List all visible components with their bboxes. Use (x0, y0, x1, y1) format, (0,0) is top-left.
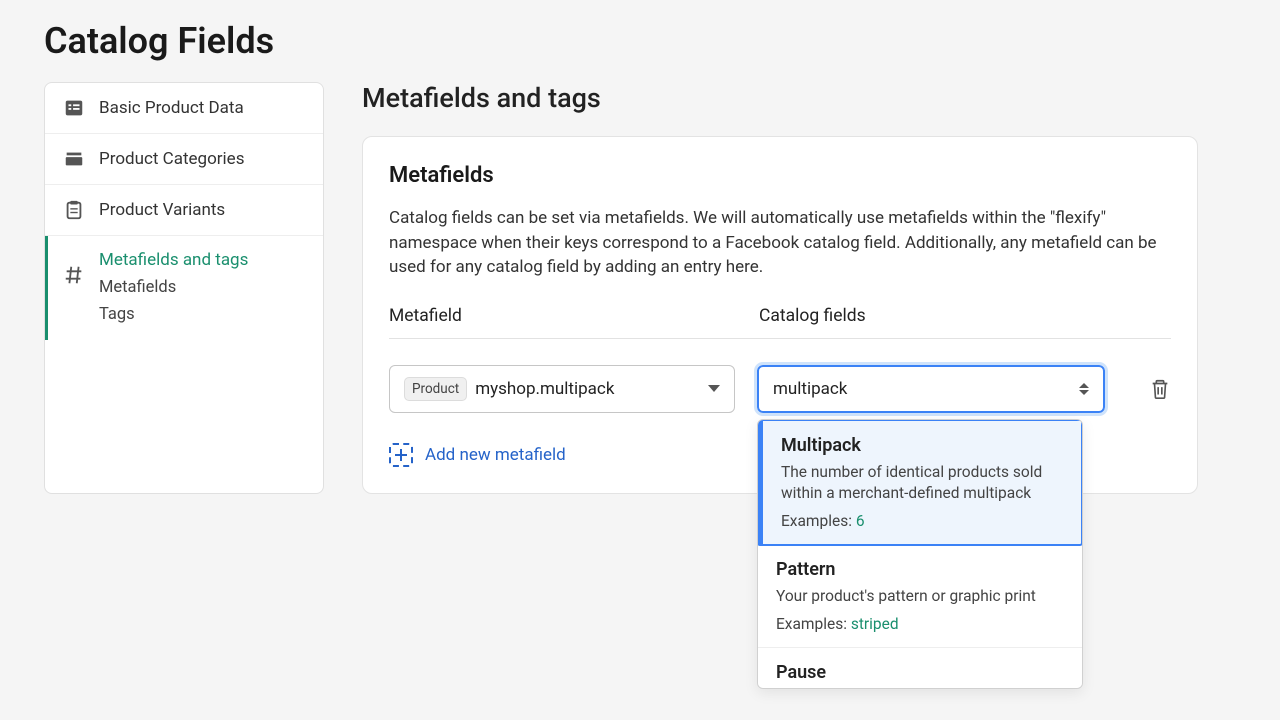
mapping-row: Product myshop.multipack multipack (389, 365, 1171, 413)
metafield-select[interactable]: Product myshop.multipack (389, 365, 735, 413)
dropdown-option-multipack[interactable]: Multipack The number of identical produc… (757, 419, 1083, 546)
sidebar-sub-metafields[interactable]: Metafields (99, 278, 248, 297)
plus-icon (389, 443, 413, 467)
catalog-field-dropdown: Multipack The number of identical produc… (757, 419, 1083, 689)
option-description: The number of identical products sold wi… (781, 462, 1063, 504)
clipboard-icon (63, 199, 85, 221)
option-example: Examples: 6 (781, 512, 1063, 530)
section-title: Metafields and tags (362, 82, 1236, 114)
chevron-down-icon (708, 385, 720, 392)
option-title: Pause (776, 662, 1064, 683)
column-header-metafield: Metafield (389, 306, 759, 326)
sidebar-sub-tags[interactable]: Tags (99, 305, 248, 324)
metafields-card: Metafields Catalog fields can be set via… (362, 136, 1198, 494)
add-metafield-label: Add new metafield (425, 445, 566, 465)
sidebar-item-basic-product-data[interactable]: Basic Product Data (45, 83, 323, 134)
column-header-catalog: Catalog fields (759, 306, 1171, 326)
option-title: Pattern (776, 559, 1064, 580)
sidebar-item-label: Product Categories (99, 149, 244, 169)
sidebar-sub-title[interactable]: Metafields and tags (99, 250, 248, 270)
page-title: Catalog Fields (44, 20, 1236, 62)
metafield-scope-pill: Product (404, 377, 467, 401)
sidebar-item-label: Product Variants (99, 200, 225, 220)
list-icon (63, 97, 85, 119)
sidebar-item-label: Basic Product Data (99, 98, 244, 118)
select-caret-icon (1079, 383, 1089, 395)
catalog-field-value: multipack (773, 379, 1079, 399)
metafield-value: myshop.multipack (475, 379, 700, 399)
option-description: Your product's pattern or graphic print (776, 586, 1064, 607)
option-title: Multipack (781, 435, 1063, 456)
delete-button[interactable] (1149, 377, 1171, 401)
card-description: Catalog fields can be set via metafields… (389, 206, 1171, 280)
stack-icon (63, 148, 85, 170)
sidebar: Basic Product Data Product Categories Pr… (44, 82, 324, 494)
sidebar-item-product-categories[interactable]: Product Categories (45, 134, 323, 185)
sidebar-item-product-variants[interactable]: Product Variants (45, 185, 323, 236)
card-title: Metafields (389, 163, 1171, 188)
hash-icon (63, 264, 85, 286)
catalog-field-input[interactable]: multipack (757, 365, 1105, 413)
option-example: Examples: striped (776, 615, 1064, 633)
dropdown-option-pattern[interactable]: Pattern Your product's pattern or graphi… (758, 545, 1082, 648)
sidebar-item-metafields-tags[interactable]: Metafields and tags Metafields Tags (45, 236, 323, 340)
dropdown-option-pause[interactable]: Pause (758, 648, 1082, 689)
